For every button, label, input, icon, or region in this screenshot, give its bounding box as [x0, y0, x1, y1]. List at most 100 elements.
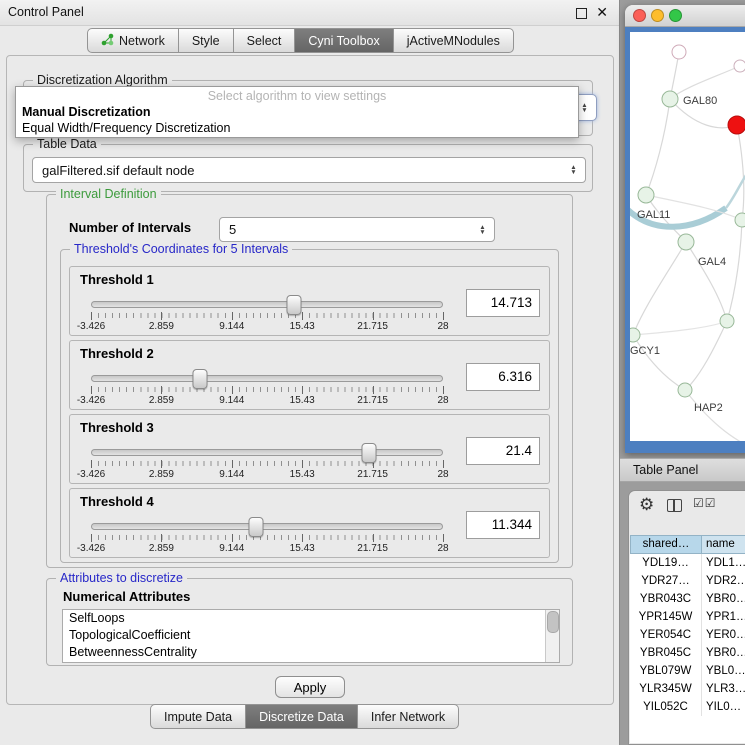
slider-major-tick: [91, 460, 92, 468]
slider-major-tick: [91, 312, 92, 320]
slider-major-tick: [161, 460, 162, 468]
tab-select[interactable]: Select: [234, 28, 296, 53]
attribute-list-item[interactable]: BetweennessCentrality: [63, 644, 559, 661]
threshold-slider[interactable]: -3.4262.8599.14415.4321.71528: [84, 293, 450, 333]
slider-tick-label: 15.43: [290, 321, 315, 332]
slider-major-tick: [302, 312, 303, 320]
panel-title: Control Panel: [8, 5, 84, 19]
slider-thumb[interactable]: [287, 295, 302, 315]
stepper-icon[interactable]: ▲ ▼: [475, 225, 494, 235]
cell-name: YBR0…: [702, 590, 745, 608]
tab-style[interactable]: Style: [179, 28, 234, 53]
network-node-hap2[interactable]: [678, 383, 692, 397]
algorithm-option[interactable]: Manual Discretization: [16, 104, 578, 120]
slider-tick-label: 28: [437, 395, 448, 406]
cell-name: YIL0…: [702, 698, 745, 716]
column-header-name[interactable]: name: [702, 535, 745, 554]
node-label: HAP2: [694, 402, 723, 414]
cell-shared-name: YER054C: [630, 626, 702, 644]
table-row[interactable]: YIL052CYIL0…: [630, 698, 745, 716]
tab-jactivemnodules[interactable]: jActiveMNodules: [394, 28, 514, 53]
table-row[interactable]: YER054CYER0…: [630, 626, 745, 644]
threshold-value-field[interactable]: 14.713: [466, 289, 540, 317]
attributes-group-title: Attributes to discretize: [56, 571, 187, 585]
slider-minor-ticks: [91, 461, 444, 466]
slider-thumb[interactable]: [362, 443, 377, 463]
network-edge: [646, 99, 670, 195]
threshold-label: Threshold 1: [80, 272, 154, 287]
mac-minimize-button[interactable]: [651, 9, 664, 22]
slider-track[interactable]: [91, 301, 443, 308]
network-node[interactable]: [672, 45, 686, 59]
table-row[interactable]: YDR27…YDR2…: [630, 572, 745, 590]
network-node-gal80[interactable]: [662, 91, 678, 107]
threshold-value-field[interactable]: 11.344: [466, 511, 540, 539]
slider-major-tick: [91, 386, 92, 394]
apply-button[interactable]: Apply: [275, 676, 345, 698]
slider-thumb[interactable]: [249, 517, 264, 537]
cell-shared-name: YBL079W: [630, 662, 702, 680]
mac-zoom-button[interactable]: [669, 9, 682, 22]
thresholds-group-title: Threshold's Coordinates for 5 Intervals: [70, 242, 292, 256]
slider-tick-label: -3.426: [77, 321, 105, 332]
slider-track[interactable]: [91, 449, 443, 456]
algorithm-dropdown: Select algorithm to view settings Manual…: [15, 86, 579, 138]
tab-infer-network[interactable]: Infer Network: [358, 704, 459, 729]
threshold-label: Threshold 2: [80, 346, 154, 361]
checkbox-icons[interactable]: ☑☑: [693, 496, 717, 510]
close-icon[interactable]: ✕: [596, 4, 608, 21]
attributes-list: SelfLoopsTopologicalCoefficientBetweenne…: [63, 610, 559, 661]
slider-thumb[interactable]: [193, 369, 208, 389]
stepper-icon[interactable]: ▲ ▼: [577, 103, 596, 113]
threshold-slider[interactable]: -3.4262.8599.14415.4321.71528: [84, 515, 450, 555]
threshold-panel-4: Threshold 411.344-3.4262.8599.14415.4321…: [69, 488, 550, 558]
stepper-icon[interactable]: ▲ ▼: [566, 165, 585, 175]
slider-tick-label: -3.426: [77, 469, 105, 480]
num-intervals-combobox[interactable]: 5 ▲ ▼: [219, 217, 495, 242]
network-edge: [633, 335, 685, 390]
network-node-gal4[interactable]: [678, 234, 694, 250]
attribute-list-item[interactable]: TopologicalCoefficient: [63, 627, 559, 644]
columns-icon[interactable]: [667, 499, 682, 512]
network-node-gal11[interactable]: [638, 187, 654, 203]
network-node[interactable]: [734, 60, 745, 72]
table-row[interactable]: YBR045CYBR0…: [630, 644, 745, 662]
slider-major-tick: [443, 534, 444, 542]
threshold-value-field[interactable]: 21.4: [466, 437, 540, 465]
network-canvas[interactable]: GAL80GAL11GAL4GCY1HAP2: [630, 32, 745, 441]
gear-icon[interactable]: ⚙: [639, 495, 654, 515]
float-window-icon[interactable]: [576, 8, 587, 19]
tab-impute-data[interactable]: Impute Data: [150, 704, 246, 729]
table-row[interactable]: YPR145WYPR1…: [630, 608, 745, 626]
network-edge: [737, 125, 744, 220]
threshold-value-field[interactable]: 6.316: [466, 363, 540, 391]
list-scrollbar-thumb[interactable]: [547, 611, 559, 633]
table-data-combobox[interactable]: galFiltered.sif default node ▲ ▼: [32, 157, 586, 183]
mac-close-button[interactable]: [633, 9, 646, 22]
network-node[interactable]: [720, 314, 734, 328]
table-row[interactable]: YBL079WYBL0…: [630, 662, 745, 680]
network-node[interactable]: [735, 213, 745, 227]
threshold-slider[interactable]: -3.4262.8599.14415.4321.71528: [84, 441, 450, 481]
slider-major-tick: [373, 534, 374, 542]
tab-cyni-toolbox[interactable]: Cyni Toolbox: [295, 28, 393, 53]
threshold-slider[interactable]: -3.4262.8599.14415.4321.71528: [84, 367, 450, 407]
tab-network[interactable]: Network: [87, 28, 179, 53]
attribute-list-item[interactable]: SelfLoops: [63, 610, 559, 627]
table-row[interactable]: YLR345WYLR3…: [630, 680, 745, 698]
numerical-attributes-label: Numerical Attributes: [63, 589, 190, 604]
interval-definition-title: Interval Definition: [56, 187, 161, 201]
list-scrollbar[interactable]: [545, 610, 559, 662]
network-node-gcy1[interactable]: [630, 328, 640, 342]
network-node[interactable]: [728, 116, 745, 134]
algorithm-option[interactable]: Equal Width/Frequency Discretization: [16, 120, 578, 136]
dropdown-prompt[interactable]: Select algorithm to view settings: [16, 87, 578, 104]
table-row[interactable]: YBR043CYBR0…: [630, 590, 745, 608]
tab-discretize-data[interactable]: Discretize Data: [246, 704, 358, 729]
slider-track[interactable]: [91, 375, 443, 382]
slider-track[interactable]: [91, 523, 443, 530]
column-header-shared-name[interactable]: shared…: [630, 535, 702, 554]
network-edge: [726, 172, 745, 208]
network-edge: [727, 220, 742, 321]
table-row[interactable]: YDL19…YDL1…: [630, 554, 745, 572]
